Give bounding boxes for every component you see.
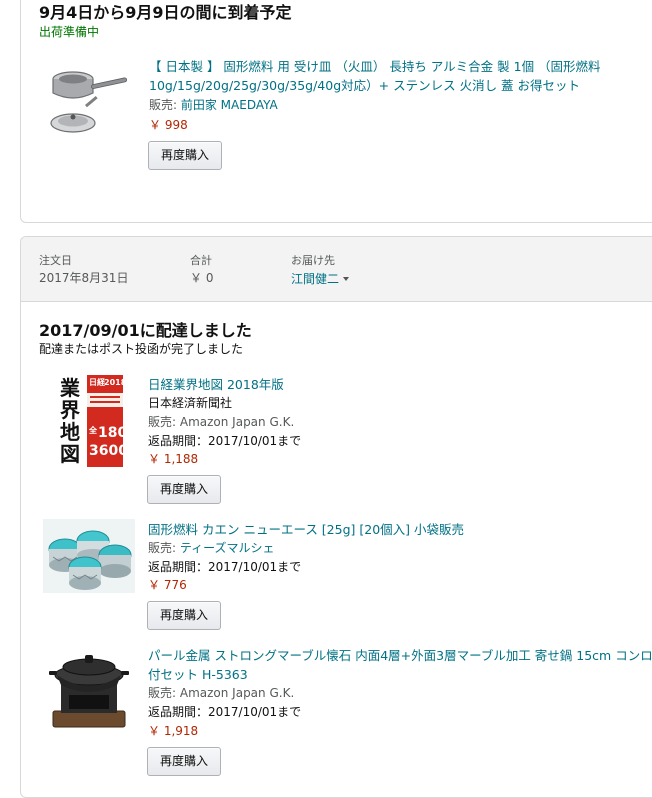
shipping-status: 出荷準備中 — [39, 25, 100, 39]
seller-label: 販売: — [148, 541, 180, 555]
seller-line: 販売: Amazon Japan G.K. — [148, 684, 294, 702]
cover-char-4: 図 — [60, 442, 80, 466]
buy-again-button[interactable]: 再度購入 — [147, 475, 221, 504]
item-title-link[interactable]: パール金属 ストロングマーブル懐石 内面4層+外面3層マーブル加工 寄せ鍋 15… — [148, 646, 652, 684]
fuel-tray-product-icon[interactable] — [47, 59, 131, 143]
order-date-value: 2017年8月31日 — [39, 271, 129, 285]
cover-char-2: 界 — [60, 398, 80, 422]
arrival-heading: 9月4日から9月9日の間に到着予定 — [39, 3, 292, 22]
order-date-label: 注文日 — [39, 254, 72, 267]
book-cover-icon[interactable]: 業 界 地 図 日経 2018 全 180 3600 — [59, 375, 128, 467]
item-title-link[interactable]: 固形燃料 カエン ニューエース [25g] [20個入] 小袋販売 — [148, 520, 648, 539]
cover-char-1: 業 — [60, 376, 81, 400]
ship-to-label: お届け先 — [291, 254, 335, 267]
ship-to-dropdown[interactable]: 江間健二 — [291, 268, 350, 287]
pot-stove-set-icon[interactable] — [43, 645, 135, 731]
seller-link[interactable]: 前田家 MAEDAYA — [181, 98, 278, 112]
total-value: ￥ 0 — [190, 271, 214, 285]
seller-line: 販売: ティーズマルシェ — [148, 539, 275, 557]
item-price: ￥ 1,188 — [148, 452, 199, 466]
buy-again-button[interactable]: 再度購入 — [147, 601, 221, 630]
cover-num-1: 180 — [98, 425, 123, 441]
item-price: ￥ 1,918 — [148, 724, 199, 738]
seller-label: 販売: — [148, 686, 180, 700]
return-window: 返品期間：2017/10/01まで — [148, 560, 302, 574]
item-author: 日本経済新聞社 — [148, 396, 233, 410]
seller-line: 販売: Amazon Japan G.K. — [148, 413, 294, 431]
total-label: 合計 — [190, 254, 212, 267]
cover-year: 2018 — [104, 378, 123, 387]
seller-link[interactable]: ティーズマルシェ — [180, 541, 275, 555]
ship-to-name[interactable]: 江間健二 — [291, 272, 339, 286]
delivered-heading: 2017/09/01に配達しました — [39, 321, 252, 340]
chevron-down-icon[interactable] — [343, 276, 350, 281]
item-title-link[interactable]: 日経業界地図 2018年版 — [148, 375, 648, 394]
seller-label: 販売: — [149, 98, 181, 112]
cover-num-2: 3600 — [89, 443, 123, 459]
cover-char-3: 地 — [60, 420, 80, 444]
seller-label: 販売: — [148, 415, 180, 429]
order-card-2: 注文日 2017年8月31日 合計 ￥ 0 お届け先 江間健二 2017/09/… — [20, 236, 652, 798]
seller-name: Amazon Japan G.K. — [179, 686, 295, 700]
item-title-link[interactable]: 【 日本製 】 固形燃料 用 受け皿 （火皿） 長持ち アルミ合金 製 1個 （… — [149, 57, 649, 95]
order-card-1: 9月4日から9月9日の間に到着予定 出荷準備中 【 日本製 】 固形燃料 用 受… — [20, 0, 652, 223]
item-price: ￥ 776 — [148, 578, 187, 592]
buy-again-button[interactable]: 再度購入 — [148, 141, 222, 170]
order-header: 注文日 2017年8月31日 合計 ￥ 0 お届け先 江間健二 — [21, 237, 652, 302]
delivered-subtext: 配達またはポスト投函が完了しました — [39, 342, 244, 356]
return-window: 返品期間：2017/10/01まで — [148, 705, 302, 719]
cover-all-char: 全 — [88, 425, 98, 435]
buy-again-button[interactable]: 再度購入 — [147, 747, 221, 776]
return-window: 返品期間：2017/10/01まで — [148, 434, 302, 448]
seller-line: 販売: 前田家 MAEDAYA — [149, 96, 278, 114]
seller-name: Amazon Japan G.K. — [179, 415, 295, 429]
solid-fuel-cups-icon[interactable] — [43, 519, 135, 593]
item-price: ￥ 998 — [149, 118, 188, 132]
